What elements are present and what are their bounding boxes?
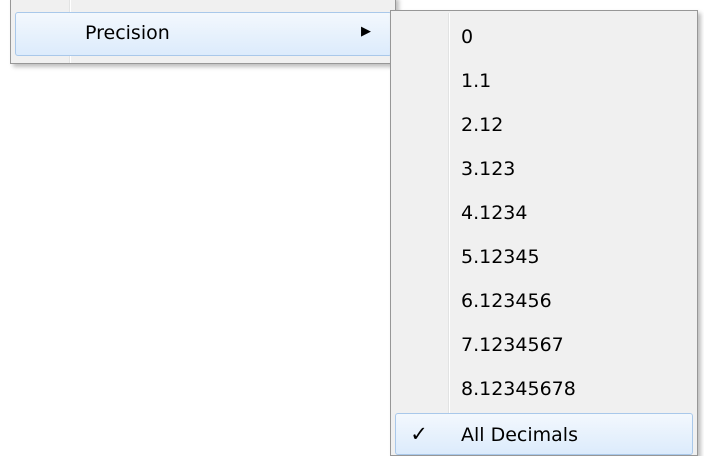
submenu-item-label: 7.1234567 [461,334,564,356]
submenu-item-5[interactable]: 5.12345 [395,235,693,277]
submenu-item-4[interactable]: 4.1234 [395,191,693,233]
menu-item-precision[interactable]: Precision ▶ [15,12,392,56]
submenu-item-2[interactable]: 2.12 [395,103,693,145]
submenu-item-label: 3.123 [461,158,516,180]
checkmark-icon: ✓ [410,422,428,446]
submenu-item-6[interactable]: 6.123456 [395,279,693,321]
submenu-item-0[interactable]: 0 [395,15,693,57]
precision-submenu: 0 1.1 2.12 3.123 4.1234 5.12345 6.123456… [390,10,698,456]
submenu-item-label: 4.1234 [461,202,528,224]
submenu-item-label: 1.1 [461,70,492,92]
context-menu: Precision ▶ [10,0,396,64]
submenu-item-7[interactable]: 7.1234567 [395,323,693,365]
submenu-item-label: All Decimals [461,424,578,446]
submenu-item-label: 2.12 [461,114,504,136]
submenu-item-1[interactable]: 1.1 [395,59,693,101]
chevron-right-icon: ▶ [361,24,371,39]
submenu-item-all-decimals[interactable]: ✓ All Decimals [395,413,693,455]
submenu-item-8[interactable]: 8.12345678 [395,367,693,409]
menu-item-label: Precision [85,22,170,44]
submenu-item-label: 5.12345 [461,246,540,268]
submenu-item-label: 0 [461,26,474,48]
submenu-item-label: 8.12345678 [461,378,576,400]
submenu-item-3[interactable]: 3.123 [395,147,693,189]
submenu-item-label: 6.123456 [461,290,552,312]
